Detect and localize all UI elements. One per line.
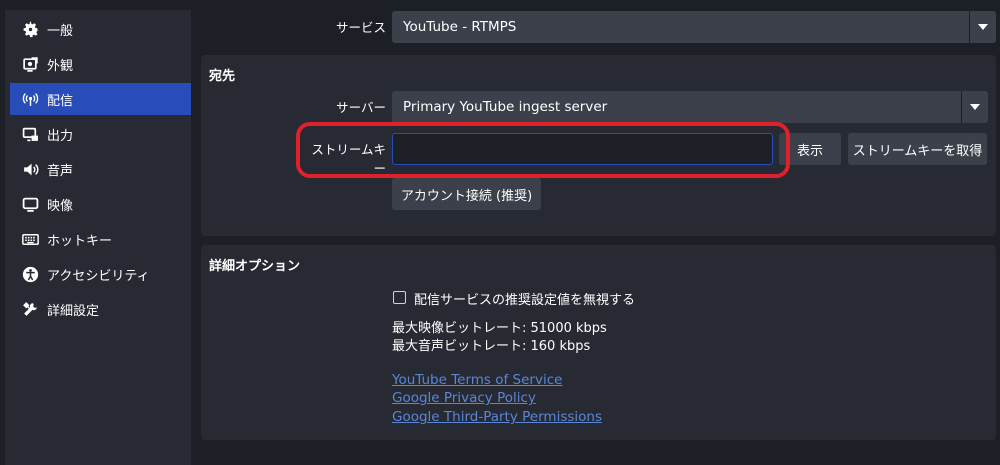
- monitor-icon: [22, 196, 39, 213]
- sidebar-item-general[interactable]: 一般: [10, 13, 191, 45]
- ignore-recommendations-checkbox[interactable]: [393, 291, 406, 304]
- sidebar-item-video[interactable]: 映像: [10, 188, 191, 220]
- service-label: サービス: [335, 20, 386, 35]
- server-label: サーバー: [336, 100, 386, 115]
- youtube-terms-link[interactable]: YouTube Terms of Service: [392, 372, 562, 388]
- show-key-button[interactable]: 表示: [779, 133, 841, 165]
- max-video-bitrate: 最大映像ビットレート: 51000 kbps: [392, 321, 607, 336]
- gear-icon: [22, 21, 39, 38]
- service-select-value: YouTube - RTMPS: [403, 19, 517, 35]
- sidebar-item-label: 詳細設定: [47, 303, 100, 319]
- stream-key-input[interactable]: [392, 133, 773, 165]
- max-audio-bitrate: 最大音声ビットレート: 160 kbps: [392, 339, 591, 354]
- sidebar-item-label: 配信: [47, 93, 74, 109]
- sidebar-item-stream[interactable]: 配信: [10, 83, 191, 115]
- get-stream-key-button[interactable]: ストリームキーを取得: [848, 133, 987, 165]
- sidebar-item-hotkeys[interactable]: ホットキー: [10, 223, 191, 255]
- sidebar-item-label: 音声: [47, 163, 74, 179]
- google-privacy-link[interactable]: Google Privacy Policy: [392, 390, 536, 406]
- sidebar-item-audio[interactable]: 音声: [10, 153, 191, 185]
- sidebar-item-appearance[interactable]: 外観: [10, 48, 191, 80]
- broadcast-icon: [22, 91, 39, 108]
- chevron-down-icon: [969, 11, 996, 43]
- server-select-value: Primary YouTube ingest server: [403, 99, 608, 115]
- sidebar-item-accessibility[interactable]: アクセシビリティ: [10, 258, 191, 290]
- server-select[interactable]: Primary YouTube ingest server: [392, 91, 988, 123]
- chevron-down-icon: [961, 91, 988, 123]
- appearance-icon: [22, 56, 39, 73]
- settings-sidebar: 一般 外観 配信 出力 音声 映像 ホットキー アクセシビリティ 詳細設定: [5, 10, 191, 465]
- sidebar-item-output[interactable]: 出力: [10, 118, 191, 150]
- service-select[interactable]: YouTube - RTMPS: [392, 11, 996, 43]
- speaker-icon: [22, 161, 39, 178]
- sidebar-item-label: 出力: [47, 128, 74, 144]
- sidebar-item-label: 一般: [47, 23, 74, 39]
- sidebar-item-label: 映像: [47, 198, 74, 214]
- output-icon: [22, 126, 39, 143]
- sidebar-item-label: 外観: [47, 58, 74, 74]
- tools-icon: [22, 301, 39, 318]
- keyboard-icon: [22, 231, 39, 248]
- advanced-options-title: 詳細オプション: [209, 259, 301, 274]
- sidebar-item-label: アクセシビリティ: [47, 268, 150, 284]
- google-third-party-link[interactable]: Google Third-Party Permissions: [392, 409, 602, 425]
- ignore-recommendations-label[interactable]: 配信サービスの推奨設定値を無視する: [414, 289, 635, 308]
- destination-title: 宛先: [209, 69, 236, 84]
- stream-key-label: ストリームキー: [311, 142, 386, 176]
- sidebar-item-label: ホットキー: [47, 233, 113, 249]
- sidebar-item-advanced[interactable]: 詳細設定: [10, 293, 191, 325]
- connect-account-button[interactable]: アカウント接続 (推奨): [392, 178, 541, 210]
- accessibility-icon: [22, 266, 39, 283]
